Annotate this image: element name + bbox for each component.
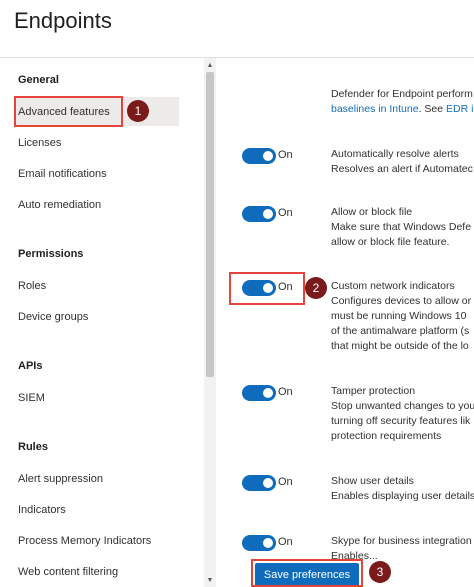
fragment-sep: . See [418,103,447,115]
toggle-label: On [278,386,293,398]
intune-baselines-link[interactable]: baselines in Intune [331,103,419,115]
feature-tamper-protection: Tamper protection Stop unwanted changes … [331,384,474,444]
feature-title: Show user details [331,475,414,487]
sidebar-item-email-notifications[interactable]: Email notifications [18,168,107,180]
sidebar-heading-general: General [18,74,59,86]
feature-title: Allow or block file [331,206,413,218]
feature-automatically-resolve-alerts: Automatically resolve alerts Resolves an… [331,147,474,177]
feature-desc: must be running Windows 10 [331,310,467,322]
feature-desc: turning off security features lik [331,415,471,427]
scrollbar-thumb[interactable] [206,72,214,377]
toggle-allow-or-block-file[interactable] [242,206,276,222]
toggle-label: On [278,536,293,548]
sidebar-item-alert-suppression[interactable]: Alert suppression [18,473,103,485]
annotation-badge-3: 3 [369,561,391,583]
scroll-up-arrow-icon[interactable]: ▲ [205,61,215,71]
sidebar-item-siem[interactable]: SIEM [18,392,45,404]
edr-link[interactable]: EDR in [446,103,474,115]
feature-title: Skype for business integration [331,535,472,547]
toggle-skype-integration[interactable] [242,535,276,551]
protection-requirements-link[interactable]: protection requirements [331,429,474,444]
fragment-text: Defender for Endpoint perform [331,88,473,100]
annotation-box-3 [251,559,363,587]
toggle-automatically-resolve-alerts[interactable] [242,148,276,164]
annotation-badge-1: 1 [127,100,149,122]
feature-title: Tamper protection [331,385,416,397]
feature-top-fragment: Defender for Endpoint perform baselines … [331,87,474,117]
sidebar-item-auto-remediation[interactable]: Auto remediation [18,199,101,211]
sidebar-item-device-groups[interactable]: Device groups [18,311,88,323]
feature-desc: Stop unwanted changes to you [331,400,474,412]
toggle-label: On [278,207,293,219]
page-title: Endpoints [14,8,112,33]
toggle-tamper-protection[interactable] [242,385,276,401]
feature-desc: Configures devices to allow or [331,295,472,307]
feature-show-user-details: Show user details Enables displaying use… [331,474,474,504]
sidebar-item-roles[interactable]: Roles [18,280,46,292]
sidebar-heading-permissions: Permissions [18,248,84,260]
toggle-show-user-details[interactable] [242,475,276,491]
toggle-label: On [278,476,293,488]
feature-title: Custom network indicators [331,280,455,292]
toggle-label: On [278,149,293,161]
annotation-box-1 [14,96,123,127]
feature-custom-network-indicators: Custom network indicators Configures dev… [331,279,474,354]
feature-desc: that might be outside of the lo [331,340,469,352]
feature-desc: Make sure that Windows Defe [331,221,472,233]
scroll-down-arrow-icon[interactable]: ▼ [205,576,215,586]
feature-desc: of the antimalware platform (s [331,325,470,337]
sidebar-heading-apis: APIs [18,360,43,372]
features-panel: Defender for Endpoint perform baselines … [216,58,474,587]
sidebar-item-licenses[interactable]: Licenses [18,137,61,149]
sidebar-heading-rules: Rules [18,441,48,453]
sidebar-item-web-content-filtering[interactable]: Web content filtering [18,566,118,578]
annotation-badge-2: 2 [305,277,327,299]
feature-desc: Enables displaying user details [331,490,474,502]
feature-title: Automatically resolve alerts [331,148,459,160]
feature-allow-or-block-file: Allow or block file Make sure that Windo… [331,205,474,250]
feature-desc: Resolves an alert if Automatec [331,163,473,175]
sidebar-item-indicators[interactable]: Indicators [18,504,66,516]
sidebar-item-process-memory-indicators[interactable]: Process Memory Indicators [18,535,151,547]
annotation-box-2 [229,272,305,305]
feature-desc: allow or block file feature. [331,236,450,248]
